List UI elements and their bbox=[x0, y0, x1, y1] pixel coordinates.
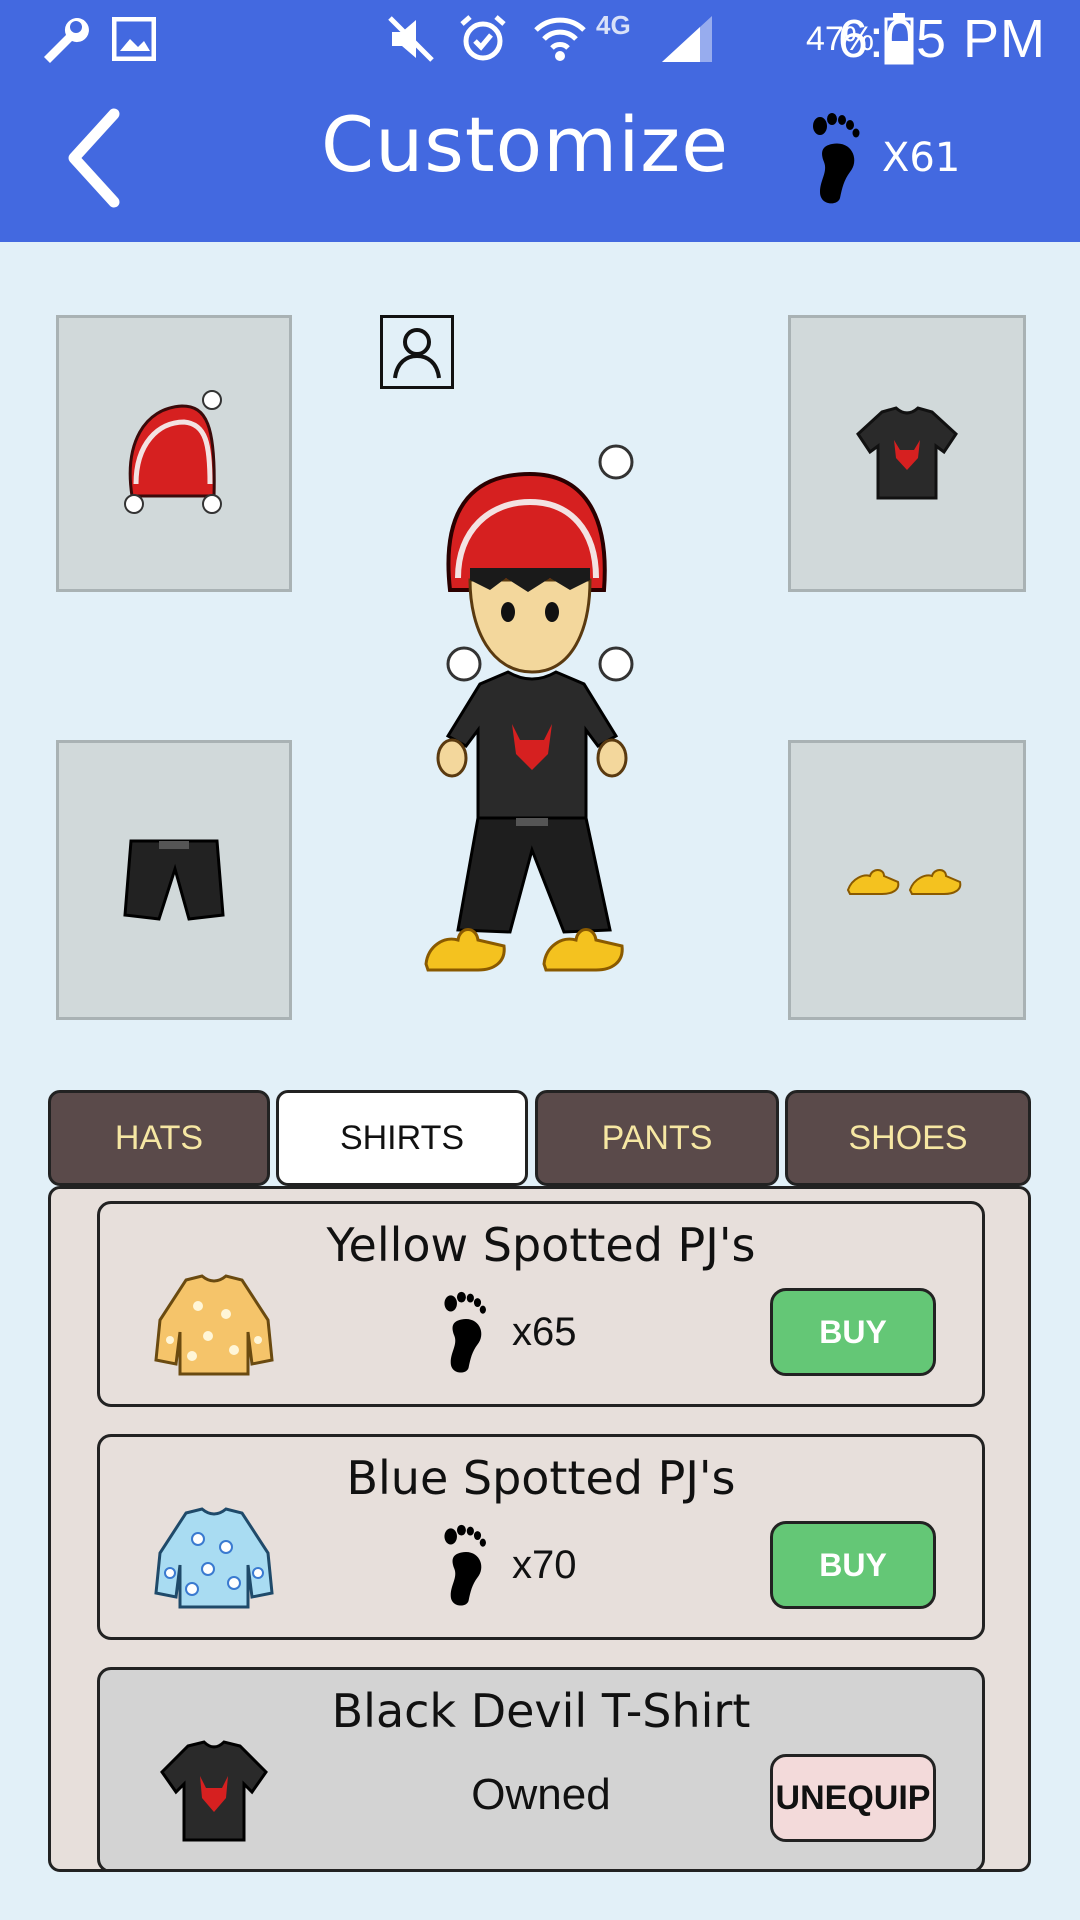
profile-button[interactable] bbox=[380, 315, 454, 389]
avatar-preview bbox=[420, 440, 670, 980]
footprint-icon bbox=[444, 1291, 486, 1373]
buy-button[interactable]: BUY bbox=[770, 1521, 936, 1609]
price-value: x70 bbox=[512, 1542, 577, 1587]
unequip-button[interactable]: UNEQUIP bbox=[770, 1754, 936, 1842]
item-price: x70 bbox=[440, 1517, 577, 1613]
person-icon bbox=[393, 328, 441, 379]
shirt-slot[interactable] bbox=[788, 315, 1026, 592]
list-item: Yellow Spotted PJ's x65 BUY bbox=[97, 1201, 985, 1407]
red-beanie-icon bbox=[124, 389, 222, 514]
list-item: Black Devil T-Shirt Owned UNEQUIP bbox=[97, 1667, 985, 1869]
pants-slot[interactable] bbox=[56, 740, 292, 1020]
back-button[interactable] bbox=[60, 108, 140, 208]
clock: 6:05 PM bbox=[837, 9, 1046, 69]
black-pants-icon bbox=[123, 839, 225, 921]
list-item: Blue Spotted PJ's x70 BUY bbox=[97, 1434, 985, 1640]
wrench-icon bbox=[38, 0, 90, 78]
currency-counter: X61 bbox=[808, 108, 960, 208]
hat-slot[interactable] bbox=[56, 315, 292, 592]
devil-shirt-icon bbox=[856, 405, 958, 499]
item-name: Black Devil T-Shirt bbox=[331, 1684, 751, 1738]
buy-button[interactable]: BUY bbox=[770, 1288, 936, 1376]
item-name: Blue Spotted PJ's bbox=[346, 1451, 736, 1505]
shop-item-list[interactable]: Yellow Spotted PJ's x65 BUY Blue Spotted… bbox=[48, 1186, 1031, 1872]
page-title: Customize bbox=[321, 100, 729, 189]
yellow-pj-icon bbox=[154, 1274, 274, 1376]
tab-shoes[interactable]: SHOES bbox=[785, 1090, 1031, 1186]
signal-icon bbox=[660, 0, 714, 78]
tab-hats[interactable]: HATS bbox=[48, 1090, 270, 1186]
blue-pj-icon bbox=[154, 1507, 274, 1609]
network-type: 4G bbox=[596, 9, 631, 40]
tab-pants[interactable]: PANTS bbox=[535, 1090, 779, 1186]
mute-icon bbox=[386, 0, 436, 78]
shoes-slot[interactable] bbox=[788, 740, 1026, 1020]
tab-shirts[interactable]: SHIRTS bbox=[276, 1090, 528, 1186]
app-bar: Customize X61 bbox=[0, 78, 1080, 242]
item-price: x65 bbox=[440, 1284, 577, 1380]
image-icon bbox=[112, 0, 156, 78]
footprint-icon bbox=[813, 113, 860, 204]
currency-value: X61 bbox=[882, 135, 961, 181]
footprint-icon bbox=[444, 1524, 486, 1606]
chevron-left-icon bbox=[68, 108, 120, 208]
item-name: Yellow Spotted PJ's bbox=[326, 1218, 756, 1272]
price-value: x65 bbox=[512, 1309, 577, 1354]
alarm-icon bbox=[458, 0, 508, 78]
duck-slippers-icon bbox=[846, 869, 962, 895]
wifi-icon bbox=[532, 0, 588, 78]
status-bar: 4G 47% 6:05 PM bbox=[0, 0, 1080, 78]
